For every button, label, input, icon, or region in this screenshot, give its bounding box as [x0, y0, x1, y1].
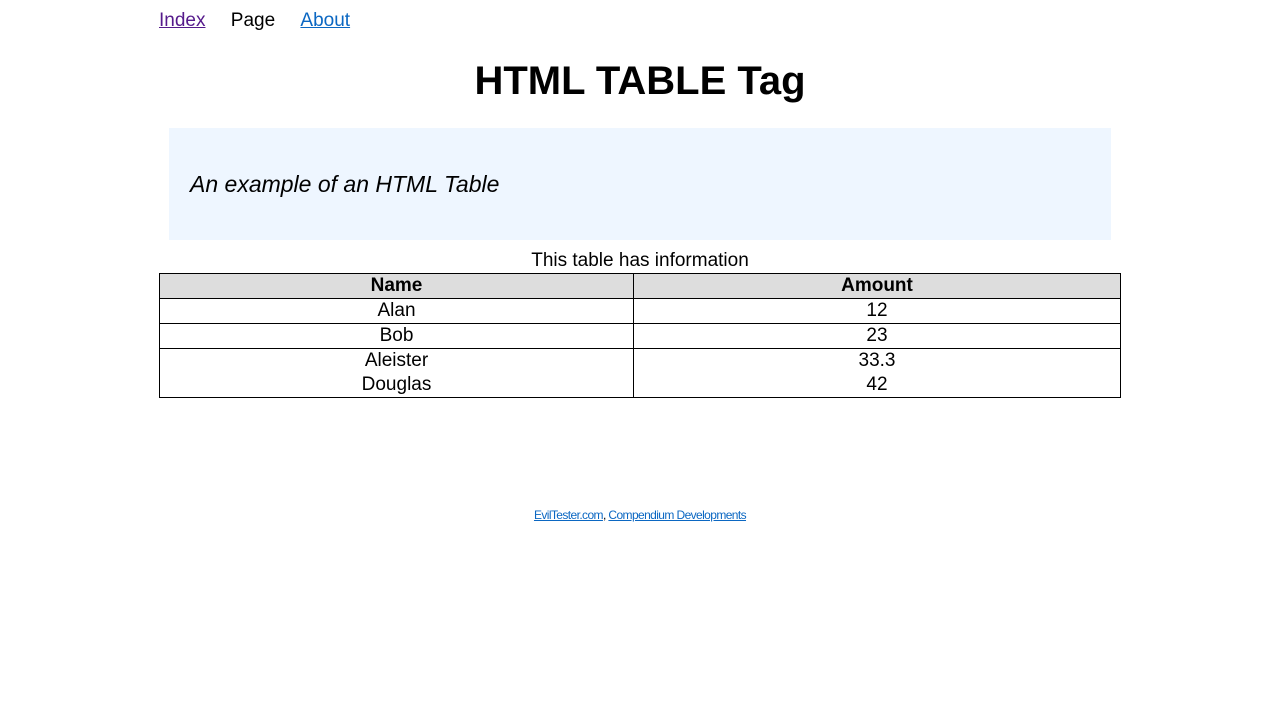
- footer: EvilTester.com, Compendium Developments: [159, 508, 1121, 522]
- table-caption: This table has information: [531, 250, 749, 271]
- table-row: Aleister Douglas 33.3 42: [159, 348, 1121, 398]
- cell-amount: 23: [633, 323, 1121, 349]
- nav-link-about[interactable]: About: [300, 10, 350, 32]
- nav-link-index[interactable]: Index: [159, 10, 205, 32]
- footer-separator: ,: [602, 508, 606, 522]
- header-amount: Amount: [633, 273, 1121, 299]
- header-name: Name: [159, 273, 634, 299]
- cell-amount: 12: [633, 298, 1121, 324]
- page-title: HTML TABLE Tag: [474, 59, 806, 103]
- info-table: This table has information Name Amount A…: [159, 248, 1121, 398]
- top-nav: Index Page About: [159, 10, 370, 34]
- cell-name: Aleister Douglas: [159, 348, 634, 398]
- table-row: Alan 12: [159, 298, 1121, 324]
- table-header-row: Name Amount: [159, 273, 1121, 299]
- cell-name: Bob: [159, 323, 634, 349]
- cell-amount-line: 42: [866, 374, 888, 395]
- callout-text: An example of an HTML Table: [190, 171, 500, 197]
- footer-link-eviltester[interactable]: EvilTester.com: [534, 508, 604, 522]
- table-row: Bob 23: [159, 323, 1121, 349]
- example-callout: An example of an HTML Table: [169, 128, 1111, 240]
- cell-amount-line: 33.3: [858, 350, 896, 371]
- nav-item-page: Page: [230, 10, 276, 31]
- cell-name: Alan: [159, 298, 634, 324]
- cell-name-line: Douglas: [361, 374, 432, 395]
- cell-amount: 33.3 42: [633, 348, 1121, 398]
- footer-link-compendium[interactable]: Compendium Developments: [608, 508, 746, 522]
- cell-name-line: Aleister: [364, 350, 429, 371]
